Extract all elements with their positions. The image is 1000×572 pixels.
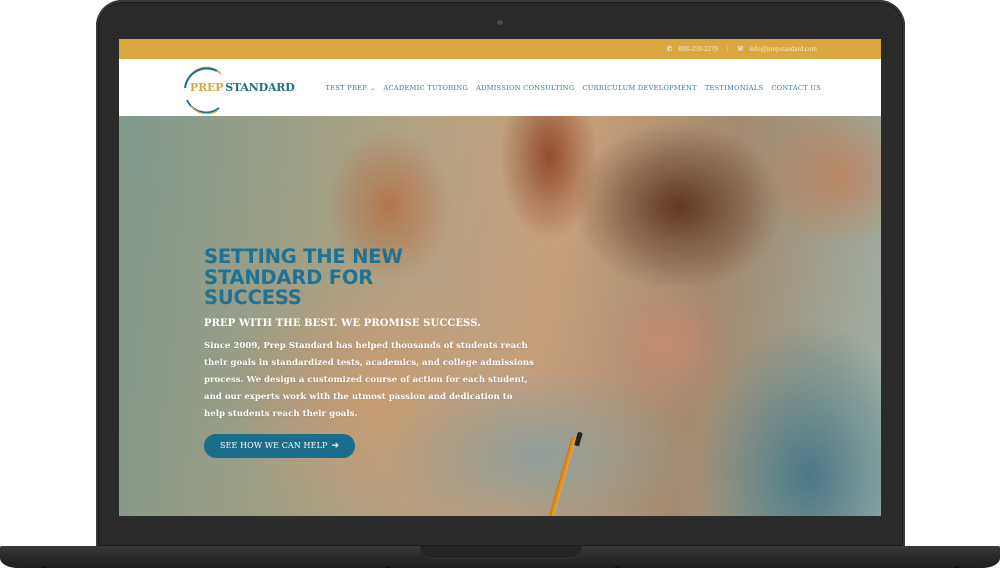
laptop-foot: [42, 566, 46, 568]
nav-item-label: TEST PREP: [325, 83, 368, 92]
contact-topbar: ✆ 888-259-2279 | ✉ info@prepstandard.com: [119, 39, 881, 59]
browser-screen: ✆ 888-259-2279 | ✉ info@prepstandard.com…: [119, 39, 881, 516]
arrow-right-icon: ➜: [331, 440, 340, 451]
logo-prep-text: PREP: [190, 81, 224, 94]
phone-link[interactable]: 888-259-2279: [678, 45, 718, 53]
nav-item-test-prep[interactable]: TEST PREP ⌄: [326, 84, 376, 92]
nav-item-contact-us[interactable]: CONTACT US: [771, 84, 821, 92]
site-header: PREP STANDARD TEST PREP ⌄ ACADEMIC TUTORIN…: [119, 59, 881, 116]
laptop-opening-notch: [420, 546, 582, 559]
chevron-down-icon: ⌄: [370, 84, 376, 92]
logo-standard-text: STANDARD: [225, 81, 295, 94]
envelope-icon: ✉: [737, 45, 744, 53]
webcam-icon: [497, 20, 503, 25]
email-link[interactable]: info@prepstandard.com: [749, 45, 817, 53]
laptop-foot: [615, 566, 619, 568]
nav-item-testimonials[interactable]: TESTIMONIALS: [705, 84, 764, 92]
logo-wordmark: PREP STANDARD: [190, 81, 295, 94]
hero-description: Since 2009, Prep Standard has helped tho…: [204, 340, 534, 419]
laptop-foot: [386, 566, 390, 568]
topbar-separator: |: [727, 45, 729, 53]
hero-subtitle: PREP WITH THE BEST. WE PROMISE SUCCESS.: [204, 317, 481, 329]
cta-label: SEE HOW WE CAN HELP: [220, 441, 328, 450]
hero-content: SETTING THE NEW STANDARD FOR SUCCESS PRE…: [204, 245, 544, 458]
hero-section: SETTING THE NEW STANDARD FOR SUCCESS PRE…: [119, 116, 881, 516]
laptop-foot: [955, 566, 959, 568]
nav-item-curriculum-development[interactable]: CURRICULUM DEVELOPMENT: [582, 84, 696, 92]
main-navigation: TEST PREP ⌄ ACADEMIC TUTORING ADMISSION C…: [326, 59, 821, 116]
site-logo[interactable]: PREP STANDARD: [181, 64, 301, 114]
see-how-we-can-help-button[interactable]: SEE HOW WE CAN HELP ➜: [204, 433, 356, 458]
phone-icon: ✆: [666, 45, 673, 53]
nav-item-admission-consulting[interactable]: ADMISSION CONSULTING: [476, 84, 574, 92]
hero-title: SETTING THE NEW STANDARD FOR SUCCESS: [204, 245, 403, 309]
nav-item-academic-tutoring[interactable]: ACADEMIC TUTORING: [383, 84, 468, 92]
